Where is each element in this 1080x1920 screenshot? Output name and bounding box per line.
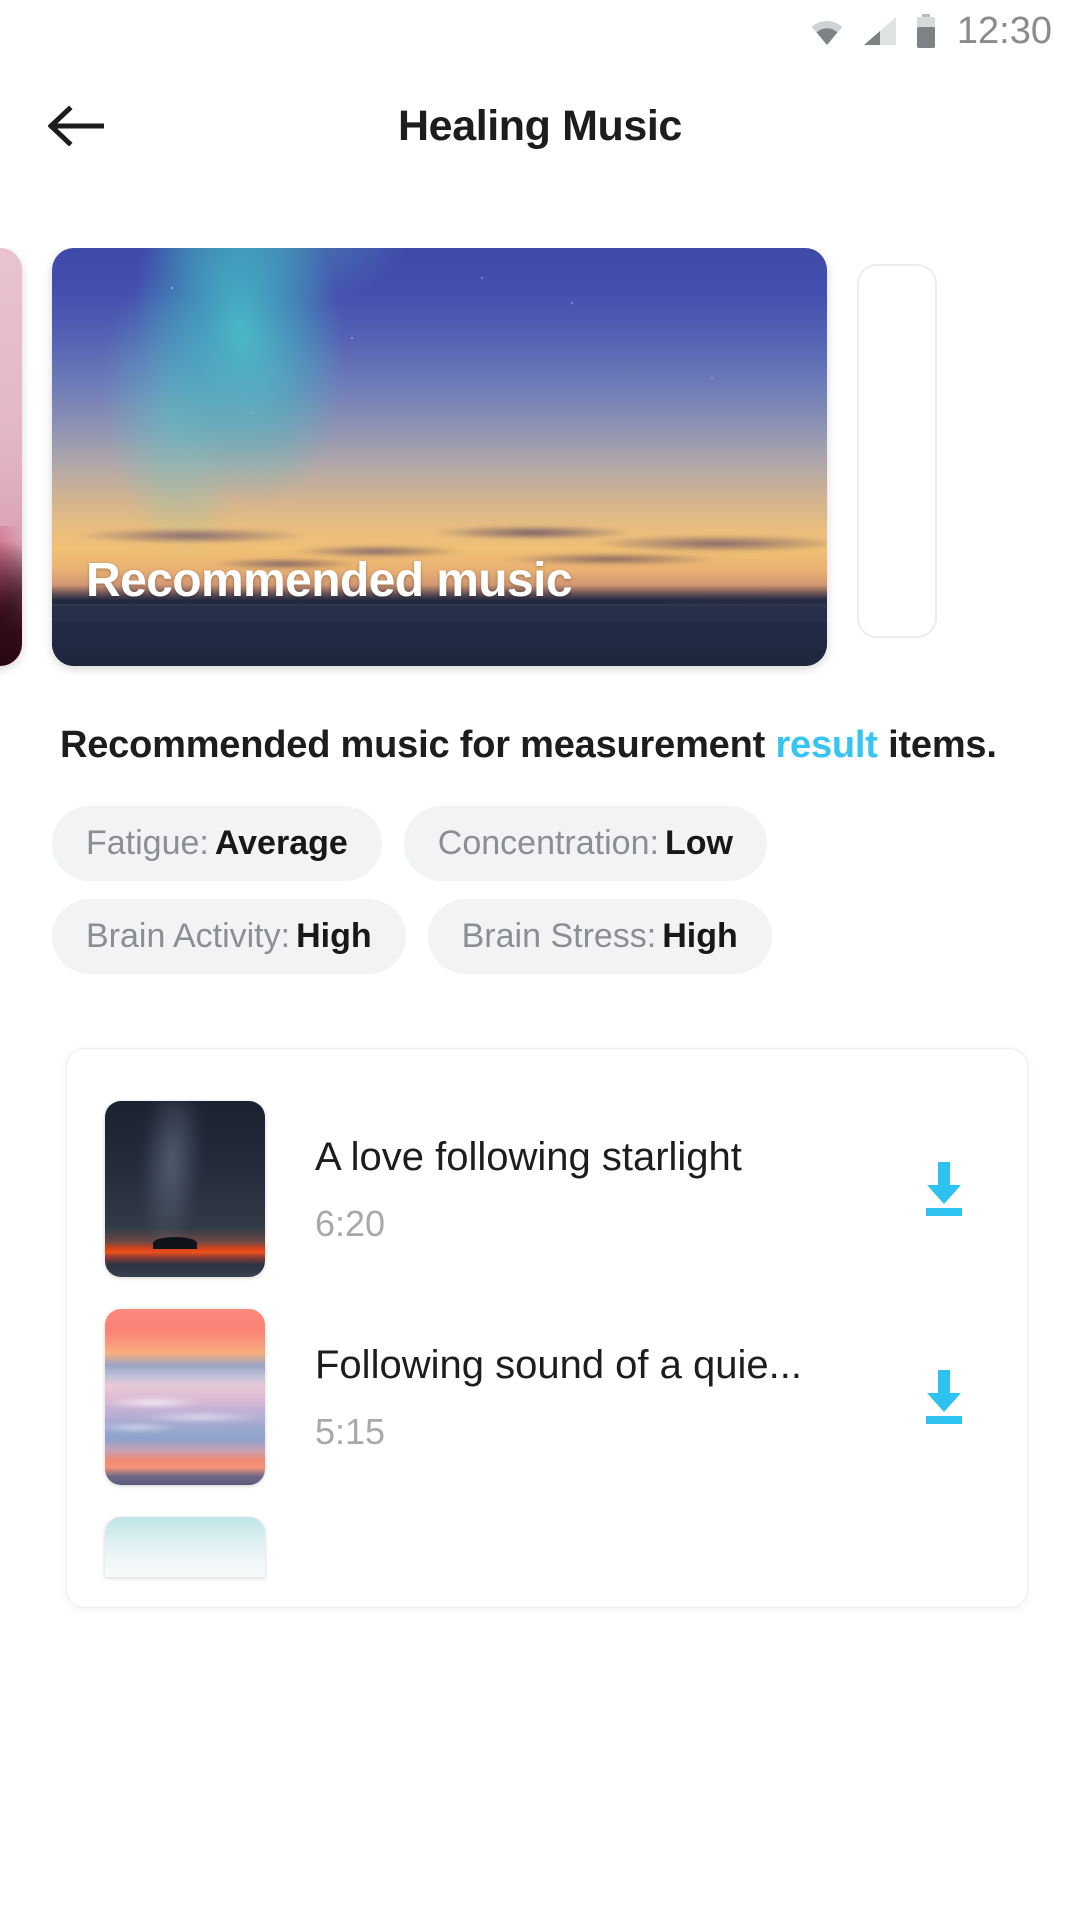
chip-value: High (296, 917, 372, 956)
chip-value: High (662, 917, 738, 956)
chip-brain-stress[interactable]: Brain Stress: High (427, 899, 772, 975)
chip-label: Brain Activity: (86, 917, 291, 956)
track-duration: 5:15 (315, 1411, 386, 1453)
chip-brain-activity[interactable]: Brain Activity: High (52, 899, 406, 975)
chip-label: Brain Stress: (461, 917, 657, 956)
music-list-item[interactable]: Following sound of a quie... 5:15 (67, 1293, 1027, 1501)
description-accent-link[interactable]: result (775, 724, 877, 766)
back-button[interactable] (36, 86, 116, 166)
carousel-track[interactable]: Recommended music (0, 248, 937, 666)
carousel-card-previous[interactable] (0, 248, 22, 666)
track-thumbnail (105, 1309, 265, 1486)
carousel-prev-artwork (0, 526, 22, 666)
track-info: Following sound of a quie... 5:15 (315, 1341, 887, 1453)
page-title: Healing Music (398, 101, 682, 150)
music-list-item[interactable] (67, 1501, 1027, 1578)
track-info: A love following starlight 6:20 (315, 1133, 887, 1245)
track-thumbnail (105, 1101, 265, 1278)
download-button[interactable] (905, 1150, 983, 1228)
banner-artwork-water (52, 604, 827, 666)
cellular-signal-icon (863, 16, 897, 46)
status-bar-clock: 12:30 (956, 9, 1052, 52)
download-button[interactable] (905, 1358, 983, 1436)
wave-foam-artwork (105, 1386, 265, 1440)
chip-value: Average (214, 824, 348, 863)
chip-label: Fatigue: (86, 824, 209, 863)
island-silhouette (153, 1237, 197, 1249)
track-title: A love following starlight (315, 1135, 742, 1180)
description-before: Recommended music for measurement (60, 724, 776, 766)
wifi-icon (809, 16, 845, 46)
music-list-card: A love following starlight 6:20 Followin… (66, 1048, 1028, 1609)
chip-fatigue[interactable]: Fatigue: Average (52, 806, 382, 882)
description-after: items. (877, 724, 997, 766)
banner-caption: Recommended music (86, 554, 573, 607)
description-text: Recommended music for measurement result… (60, 720, 1030, 770)
track-thumbnail (105, 1517, 265, 1578)
track-title: Following sound of a quie... (315, 1343, 802, 1388)
carousel-card-active[interactable]: Recommended music (52, 248, 827, 666)
track-duration: 6:20 (315, 1203, 386, 1245)
result-chip-group: Fatigue: Average Concentration: Low Brain … (52, 806, 842, 975)
banner-artwork-water-streaks (52, 604, 827, 666)
chip-label: Concentration: (437, 824, 659, 863)
status-bar: 12:30 (0, 0, 1080, 62)
download-icon (926, 1370, 962, 1425)
music-list-item[interactable]: A love following starlight 6:20 (67, 1085, 1027, 1293)
arrow-left-icon (48, 105, 104, 147)
app-bar: Healing Music (0, 62, 1080, 190)
milky-way-artwork (128, 1101, 213, 1245)
carousel-card-next[interactable] (857, 264, 937, 638)
status-bar-icons (809, 14, 937, 48)
track-info (315, 1536, 983, 1558)
chip-value: Low (664, 824, 733, 863)
chip-concentration[interactable]: Concentration: Low (403, 806, 767, 882)
battery-icon (915, 14, 937, 48)
download-icon (926, 1162, 962, 1217)
banner-carousel[interactable]: Recommended music (0, 248, 1080, 676)
